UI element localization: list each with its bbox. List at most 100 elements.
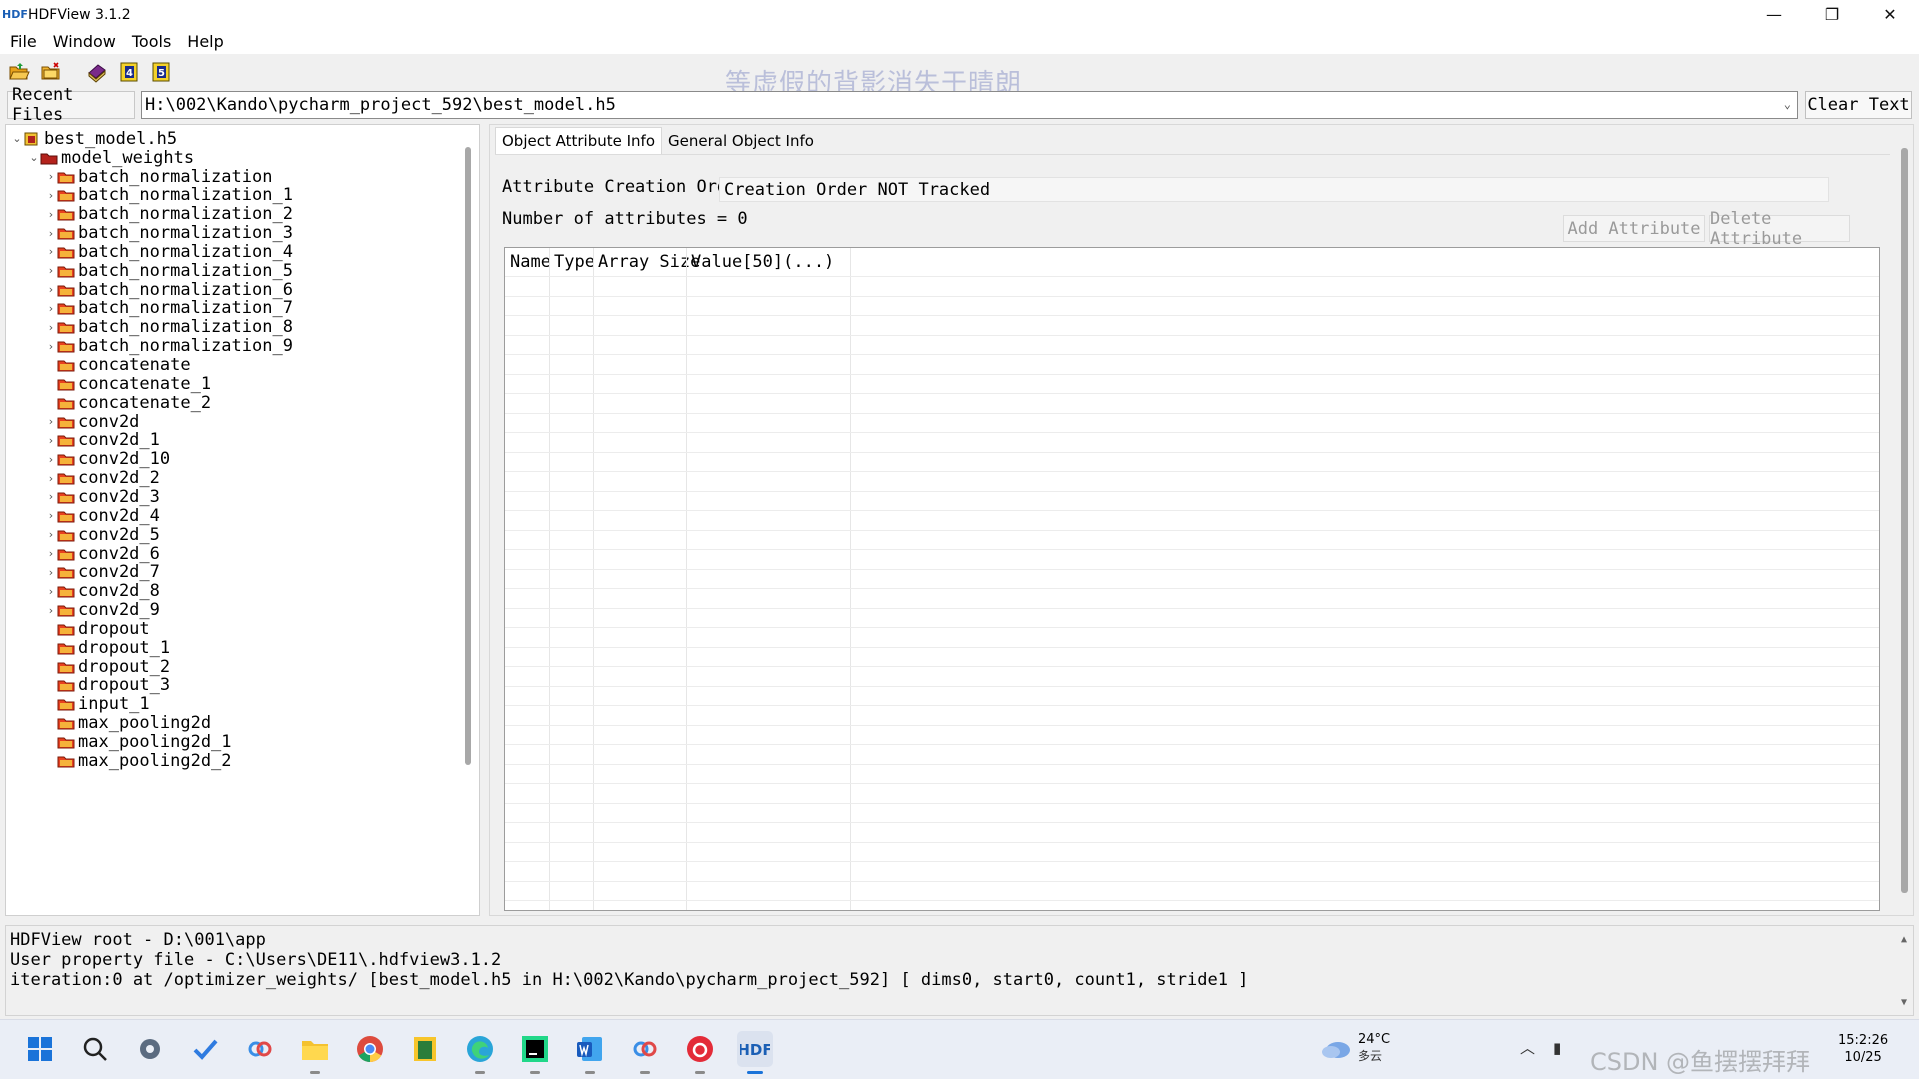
- folder-icon: [57, 454, 75, 466]
- attribute-tab-content: Attribute Creation Order: Creation Order…: [495, 154, 1890, 914]
- baidu-netdisk-icon-2[interactable]: [627, 1031, 663, 1074]
- minimize-button[interactable]: —: [1745, 0, 1803, 29]
- hdfview-icon[interactable]: HDF: [737, 1031, 773, 1074]
- tab-general-object-info[interactable]: General Object Info: [662, 127, 820, 154]
- column-header-value[interactable]: Value[50](...): [686, 248, 834, 276]
- chevron-right-icon[interactable]: ›: [45, 509, 57, 522]
- table-row-line: [505, 822, 1879, 823]
- chevron-right-icon[interactable]: ›: [45, 434, 57, 447]
- chevron-right-icon[interactable]: ›: [45, 264, 57, 277]
- chevron-right-icon[interactable]: ›: [45, 227, 57, 240]
- menu-tools[interactable]: Tools: [132, 32, 171, 51]
- chevron-right-icon[interactable]: ›: [45, 170, 57, 183]
- chevron-right-icon[interactable]: ›: [45, 547, 57, 560]
- todo-icon[interactable]: [187, 1031, 223, 1067]
- running-indicator: [640, 1071, 650, 1074]
- folder-icon: [57, 322, 75, 334]
- system-tray: ︿ ▮: [1520, 1037, 1579, 1058]
- table-row-line: [505, 646, 1879, 648]
- file-tree-panel[interactable]: ⌄ best_model.h5 ⌄ model_weights › batch_n…: [5, 124, 480, 916]
- table-row-line: [505, 295, 1879, 297]
- chevron-right-icon[interactable]: ›: [45, 453, 57, 466]
- hdfview-logo-icon: HDF: [2, 7, 28, 21]
- chevron-right-icon[interactable]: ›: [45, 566, 57, 579]
- chevron-down-icon[interactable]: ⌄: [1784, 97, 1791, 111]
- chevron-right-icon[interactable]: ›: [45, 604, 57, 617]
- column-header-name[interactable]: Name: [505, 248, 551, 276]
- book-icon[interactable]: [85, 60, 109, 84]
- folder-icon: [57, 172, 75, 183]
- column-header-array-size[interactable]: Array Size: [593, 248, 700, 276]
- pycharm-icon[interactable]: [517, 1031, 553, 1074]
- chevron-right-icon[interactable]: ›: [45, 321, 57, 334]
- menu-help[interactable]: Help: [187, 32, 223, 51]
- chevron-down-icon[interactable]: ⌄: [28, 151, 40, 164]
- folder-icon: [57, 360, 75, 372]
- chevron-right-icon[interactable]: ›: [45, 472, 57, 485]
- chevron-right-icon[interactable]: ›: [45, 490, 57, 503]
- open-folder-icon[interactable]: [7, 60, 31, 84]
- table-row-line: [505, 529, 1879, 531]
- chevron-right-icon[interactable]: ›: [45, 208, 57, 221]
- add-attribute-button[interactable]: Add Attribute: [1563, 215, 1705, 242]
- menu-bar: File Window Tools Help: [0, 29, 1919, 54]
- baidu-netdisk-icon[interactable]: [242, 1031, 278, 1067]
- weather-widget[interactable]: 24°C 多云: [1320, 1032, 1390, 1064]
- chevron-right-icon[interactable]: ›: [45, 585, 57, 598]
- folder-icon: [57, 303, 75, 315]
- folder-icon: [57, 643, 75, 655]
- close-button[interactable]: ✕: [1861, 0, 1919, 29]
- word-icon[interactable]: [572, 1031, 608, 1074]
- file-explorer-icon[interactable]: [297, 1031, 333, 1074]
- folder-icon: [57, 699, 75, 711]
- chevron-up-icon[interactable]: ︿: [1520, 1037, 1535, 1058]
- edge-icon[interactable]: [462, 1031, 498, 1074]
- chevron-right-icon[interactable]: ›: [45, 302, 57, 315]
- table-row-line: [505, 510, 1879, 511]
- chevron-right-icon[interactable]: ›: [45, 283, 57, 296]
- folder-icon: [57, 718, 75, 730]
- menu-file[interactable]: File: [10, 32, 37, 51]
- scroll-down-icon[interactable]: ▼: [1901, 993, 1907, 1013]
- chevron-right-icon[interactable]: ›: [45, 245, 57, 258]
- maximize-button[interactable]: ❐: [1803, 0, 1861, 29]
- settings-icon[interactable]: [132, 1031, 168, 1067]
- notes-icon[interactable]: [407, 1031, 443, 1067]
- running-indicator: [695, 1071, 705, 1074]
- attribute-table[interactable]: Name Type Array Size Value[50](...): [504, 247, 1880, 911]
- chevron-right-icon[interactable]: ›: [45, 340, 57, 353]
- chrome-icon[interactable]: [352, 1031, 388, 1067]
- search-icon[interactable]: [77, 1031, 113, 1067]
- chevron-right-icon[interactable]: ›: [45, 415, 57, 428]
- chevron-right-icon[interactable]: ›: [45, 528, 57, 541]
- clock-time: 15:2:26: [1838, 1033, 1889, 1048]
- tree-scrollbar[interactable]: [465, 147, 471, 765]
- menu-window[interactable]: Window: [53, 32, 116, 51]
- column-divider: [549, 248, 550, 910]
- folder-icon: [57, 266, 75, 278]
- folder-icon: [57, 247, 75, 259]
- system-clock[interactable]: 15:2:26 10/25: [1838, 1032, 1888, 1066]
- table-row-line: [505, 490, 1879, 492]
- table-row-line: [505, 607, 1879, 609]
- tab-object-attribute-info[interactable]: Object Attribute Info: [495, 127, 663, 154]
- h4-icon[interactable]: 4: [117, 60, 141, 84]
- delete-attribute-button[interactable]: Delete Attribute: [1709, 209, 1850, 249]
- windows-start-icon[interactable]: [22, 1031, 58, 1067]
- column-header-type[interactable]: Type: [549, 248, 595, 276]
- folder-icon: [57, 209, 75, 221]
- close-folder-icon[interactable]: [39, 60, 63, 84]
- folder-icon: [57, 737, 75, 749]
- chevron-right-icon[interactable]: ›: [45, 189, 57, 202]
- battery-icon[interactable]: ▮: [1553, 1039, 1561, 1057]
- netease-music-icon[interactable]: [682, 1031, 718, 1074]
- table-row-line: [505, 588, 1879, 589]
- h5-icon[interactable]: 5: [149, 60, 173, 84]
- panel-scrollbar[interactable]: [1901, 148, 1908, 893]
- chevron-down-icon[interactable]: ⌄: [11, 132, 23, 145]
- file-path-combo[interactable]: H:\002\Kando\pycharm_project_592\best_mo…: [141, 91, 1798, 119]
- scroll-up-icon[interactable]: ▲: [1901, 930, 1907, 950]
- clear-text-button[interactable]: Clear Text: [1805, 91, 1912, 119]
- tree-item[interactable]: max_pooling2d_2: [45, 749, 232, 772]
- table-row-line: [505, 471, 1879, 472]
